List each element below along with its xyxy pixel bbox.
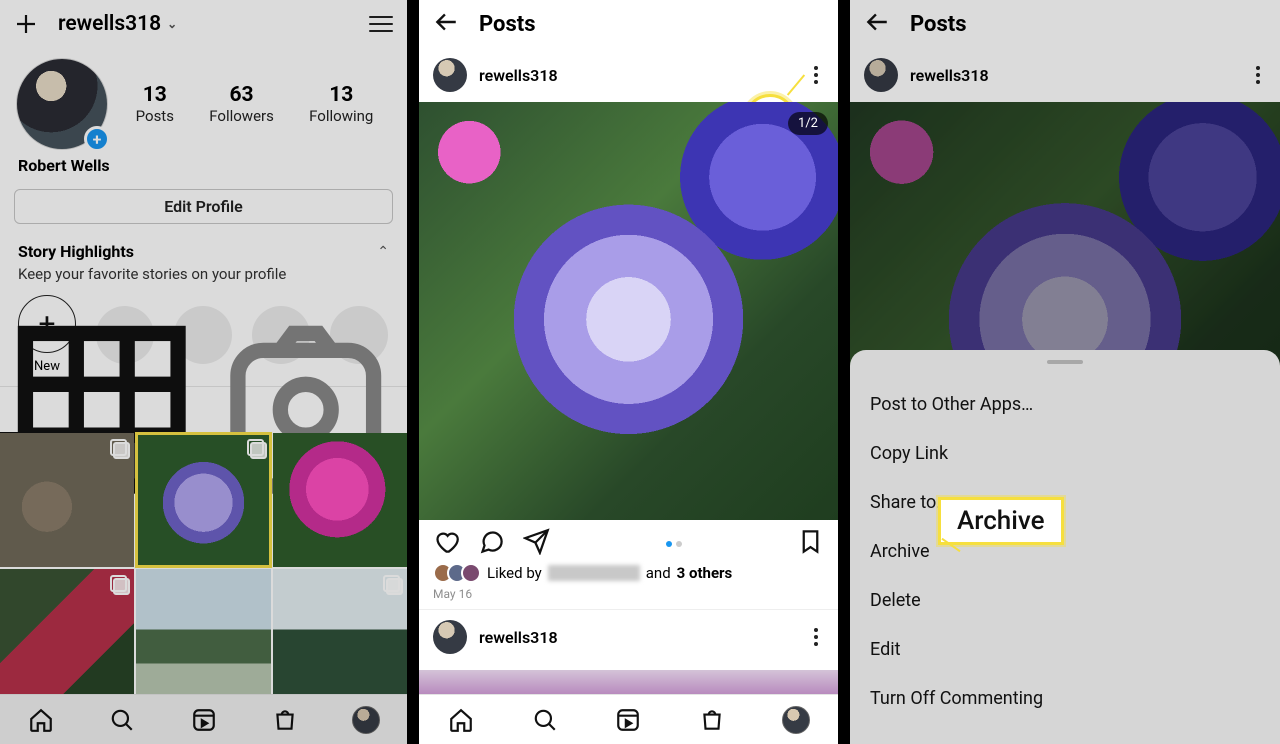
shop-icon[interactable] (244, 695, 325, 744)
bottom-nav (419, 694, 838, 744)
post-menu-screen: Posts rewells318 Post to Other Apps… Cop… (850, 0, 1280, 744)
username-dropdown[interactable]: rewells318 ⌄ (58, 12, 177, 36)
followers-label: Followers (209, 107, 274, 125)
more-options-icon[interactable] (808, 60, 824, 90)
share-icon[interactable] (523, 528, 550, 559)
menu-post-other-apps[interactable]: Post to Other Apps… (850, 380, 1280, 429)
add-story-icon[interactable]: + (84, 126, 110, 152)
post-avatar[interactable] (433, 620, 467, 654)
liked-by-prefix: Liked by (487, 564, 542, 582)
multi-photo-icon (110, 575, 128, 593)
post-thumb[interactable] (273, 433, 407, 567)
comment-icon[interactable] (478, 528, 505, 559)
post-thumb[interactable] (0, 433, 134, 567)
create-icon[interactable] (14, 12, 38, 36)
sheet-handle[interactable] (1047, 360, 1083, 364)
image-counter: 1/2 (788, 112, 828, 135)
stat-posts[interactable]: 13 Posts (136, 83, 174, 125)
home-icon[interactable] (419, 695, 503, 744)
full-name: Robert Wells (0, 156, 407, 189)
menu-icon[interactable] (369, 16, 393, 32)
back-icon[interactable] (433, 9, 459, 39)
menu-delete[interactable]: Delete (850, 576, 1280, 625)
save-icon[interactable] (797, 528, 824, 559)
chevron-down-icon: ⌄ (167, 17, 177, 31)
back-icon[interactable] (864, 9, 890, 39)
menu-share-to[interactable]: Share to… (850, 478, 1280, 527)
reels-icon[interactable] (163, 695, 244, 744)
grid-tab[interactable] (0, 387, 204, 433)
page-title: Posts (479, 12, 536, 37)
post-avatar[interactable] (864, 58, 898, 92)
post-date: May 16 (419, 585, 838, 609)
stat-followers[interactable]: 63 Followers (209, 83, 274, 125)
more-options-icon[interactable] (808, 622, 824, 652)
search-icon[interactable] (81, 695, 162, 744)
post-thumb[interactable] (136, 433, 270, 567)
post-image[interactable]: 1/2 (419, 102, 838, 520)
profile-nav-icon[interactable] (326, 695, 407, 744)
profile-screen: rewells318 ⌄ + 13 Posts 63 Followers 13 … (0, 0, 419, 744)
menu-edit[interactable]: Edit (850, 625, 1280, 674)
following-label: Following (309, 107, 373, 125)
more-options-icon[interactable] (1250, 60, 1266, 90)
like-icon[interactable] (433, 528, 460, 559)
home-icon[interactable] (0, 695, 81, 744)
menu-turn-off-commenting[interactable]: Turn Off Commenting (850, 674, 1280, 723)
highlights-subtitle: Keep your favorite stories on your profi… (0, 265, 407, 295)
posts-count: 13 (136, 83, 174, 107)
likes-row[interactable]: Liked by and 3 others (419, 563, 838, 585)
tagged-tab[interactable] (204, 387, 408, 433)
menu-archive[interactable]: Archive (850, 527, 1280, 576)
username-label: rewells318 (58, 12, 161, 36)
shop-icon[interactable] (670, 695, 754, 744)
post-thumb[interactable] (136, 569, 270, 703)
callout-archive-label: Archive (938, 497, 1064, 545)
post-detail-screen: Posts rewells318 1/2 Liked by and 3 othe… (419, 0, 850, 744)
menu-copy-link[interactable]: Copy Link (850, 429, 1280, 478)
stat-following[interactable]: 13 Following (309, 83, 373, 125)
carousel-pager (568, 541, 779, 547)
post-avatar[interactable] (433, 58, 467, 92)
following-count: 13 (309, 83, 373, 107)
multi-photo-icon (383, 575, 401, 593)
next-post-peek (419, 670, 838, 694)
post-thumb[interactable] (0, 569, 134, 703)
posts-label: Posts (136, 107, 174, 125)
multi-photo-icon (110, 439, 128, 457)
followers-count: 63 (209, 83, 274, 107)
post-username[interactable]: rewells318 (479, 628, 558, 647)
liked-by-and: and (646, 564, 671, 582)
options-sheet: Post to Other Apps… Copy Link Share to… … (850, 350, 1280, 744)
bottom-nav (0, 694, 407, 744)
edit-profile-button[interactable]: Edit Profile (14, 189, 393, 224)
post-username[interactable]: rewells318 (479, 66, 558, 85)
search-icon[interactable] (503, 695, 587, 744)
avatar[interactable]: + (16, 58, 108, 150)
chevron-up-icon[interactable]: ⌃ (377, 244, 389, 260)
redacted-name (548, 565, 640, 581)
profile-nav-icon[interactable] (754, 695, 838, 744)
multi-photo-icon (247, 439, 265, 457)
page-title: Posts (910, 12, 967, 37)
post-username[interactable]: rewells318 (910, 66, 989, 85)
reels-icon[interactable] (587, 695, 671, 744)
highlights-title: Story Highlights (18, 242, 134, 261)
posts-grid (0, 433, 407, 704)
liked-by-others: 3 others (677, 564, 733, 582)
post-thumb[interactable] (273, 569, 407, 703)
like-avatars (433, 563, 481, 583)
